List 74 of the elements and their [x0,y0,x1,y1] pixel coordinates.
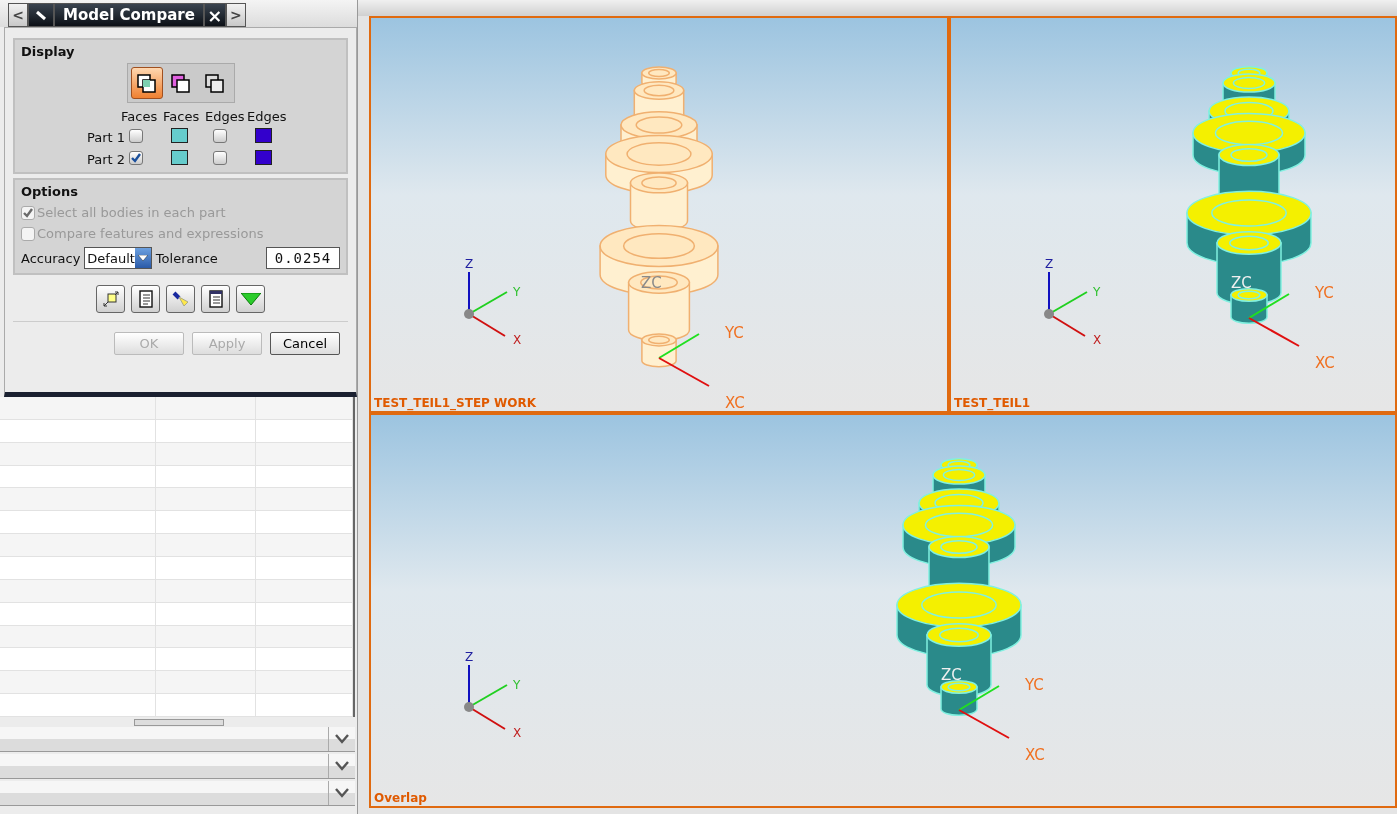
close-button[interactable]: × [203,3,226,27]
overlapping-squares-icon [170,72,191,94]
color-swatch[interactable] [255,150,272,165]
axis-label: Y [1093,285,1101,299]
viewport-label: Overlap [374,791,427,805]
scroll-document-icon [136,289,155,309]
axis-label: YC [1315,284,1334,302]
work-axes-drawing [658,333,710,387]
axis-label: ZC [1231,274,1252,292]
panel-title: Model Compare [54,3,204,27]
next-tab-button[interactable]: > [225,3,246,27]
axis-label: ZC [941,666,962,684]
chevron-down-icon [335,734,349,744]
document-icon [206,289,225,309]
checkbox[interactable] [129,150,143,165]
option-label: Compare features and expressions [37,226,264,241]
collapsed-section-bar[interactable] [0,754,355,779]
collapsed-section-bar[interactable] [0,781,355,806]
resize-squares-icon [101,290,120,308]
tolerance-field[interactable]: 0.0254 [266,247,340,269]
viewport-label: TEST_TEIL1 [954,396,1031,410]
axis-triad-drawing [1044,271,1088,337]
display-mode-button[interactable] [130,67,163,99]
dialog-button[interactable]: Cancel [270,332,340,355]
flashlight-icon [171,290,190,308]
checkbox[interactable] [213,150,227,165]
axis-label: Z [1045,257,1054,271]
column-header: Edges [247,109,288,124]
report-button[interactable] [131,285,160,313]
axis-label: Y [513,678,521,692]
part-label: Part 1 [85,129,126,145]
collapsed-section-bar[interactable] [0,727,355,752]
accuracy-dropdown[interactable]: Default [84,247,152,269]
axis-label: X [513,333,522,347]
overlapping-squares-icon [136,72,157,94]
work-axes-drawing [958,685,1010,739]
axis-label: ZC [641,274,662,292]
tolerance-label: Tolerance [155,250,218,266]
expand-button[interactable] [236,285,265,313]
work-axes-drawing [1248,293,1300,347]
axis-label: XC [1025,746,1045,764]
grip-icon [35,9,47,21]
axis-label: Z [465,257,474,271]
color-swatch[interactable] [171,150,188,165]
axis-label: X [513,726,522,740]
group-heading: Display [21,44,76,59]
viewport-label: TEST_TEIL1_STEP WORK [374,396,537,410]
fit-view-button[interactable] [96,285,125,313]
document-button[interactable] [201,285,230,313]
group-heading: Options [21,184,79,199]
scrollbar-thumb[interactable] [133,718,224,726]
axis-label: XC [1315,354,1335,372]
flashlight-button[interactable] [166,285,195,313]
accuracy-label: Accuracy [21,250,81,266]
color-swatch[interactable] [255,128,272,143]
checkbox[interactable] [213,128,227,143]
option-label: Select all bodies in each part [37,205,226,220]
down-triangle-icon [240,293,261,305]
axis-label: Y [513,285,521,299]
previous-tab-button[interactable]: < [8,3,28,27]
overlapping-squares-icon [204,72,225,94]
checkbox[interactable] [129,128,143,143]
axis-label: YC [725,324,744,342]
axis-triad-drawing [464,271,508,337]
axis-label: YC [1025,676,1044,694]
color-swatch[interactable] [171,128,188,143]
axis-triad-drawing [464,664,508,730]
chevron-down-icon [335,788,349,798]
part-label: Part 2 [85,151,126,167]
chevron-down-icon [335,761,349,771]
axis-label: XC [725,394,745,411]
axis-label: X [1093,333,1102,347]
axis-label: Z [465,650,474,664]
dropdown-arrow-icon [137,255,148,261]
